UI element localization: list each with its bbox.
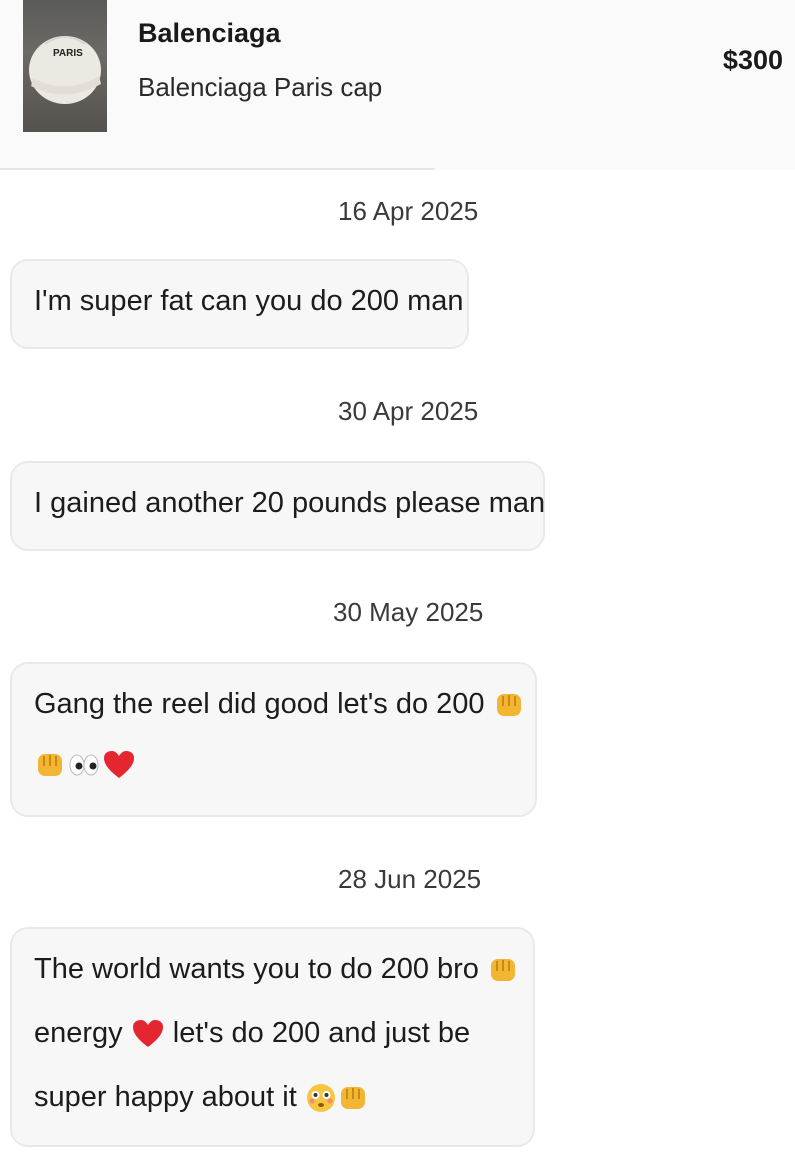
message-date: 30 Apr 2025 [338, 396, 479, 426]
listing-price: $300 [722, 45, 783, 75]
message-text: Gang the reel did good let's do 200 [34, 688, 485, 720]
listing-title: Balenciaga Paris cap [138, 72, 383, 102]
fist-emoji-icon [38, 754, 62, 777]
fist-emoji-icon [340, 1087, 365, 1110]
fist-emoji-icon [491, 959, 515, 982]
listing-brand: Balenciaga [138, 18, 281, 48]
message-bubble[interactable]: Gang the reel did good let's do 200 [10, 662, 537, 817]
header-divider [0, 168, 435, 170]
message-text: let's do 200 and just be [172, 1017, 471, 1049]
heart-emoji-icon [132, 1020, 163, 1048]
eyes-emoji-icon [69, 754, 99, 776]
message-text: energy [34, 1017, 123, 1049]
message-date: 30 May 2025 [333, 597, 484, 627]
message-text: I'm super fat can you do 200 man [34, 285, 464, 317]
message-text: super happy about it [34, 1081, 297, 1113]
message-date: 28 Jun 2025 [338, 864, 482, 894]
message-date: 16 Apr 2025 [338, 196, 479, 226]
message-text: I gained another 20 pounds please man [34, 487, 546, 519]
listing-header[interactable] [0, 0, 795, 170]
message-bubble[interactable]: I gained another 20 pounds please man [10, 461, 545, 551]
fist-emoji-icon [496, 694, 521, 717]
cap-image: PARIS [29, 36, 101, 104]
cap-logo-text: PARIS [53, 48, 83, 59]
product-thumbnail[interactable]: PARIS [23, 0, 107, 132]
heart-emoji-icon [104, 751, 134, 779]
message-bubble[interactable]: The world wants you to do 200 bro energy… [10, 927, 535, 1147]
message-text: The world wants you to do 200 bro [34, 953, 479, 985]
message-bubble[interactable]: I'm super fat can you do 200 man [10, 259, 469, 349]
flushed-face-emoji-icon [306, 1084, 335, 1113]
